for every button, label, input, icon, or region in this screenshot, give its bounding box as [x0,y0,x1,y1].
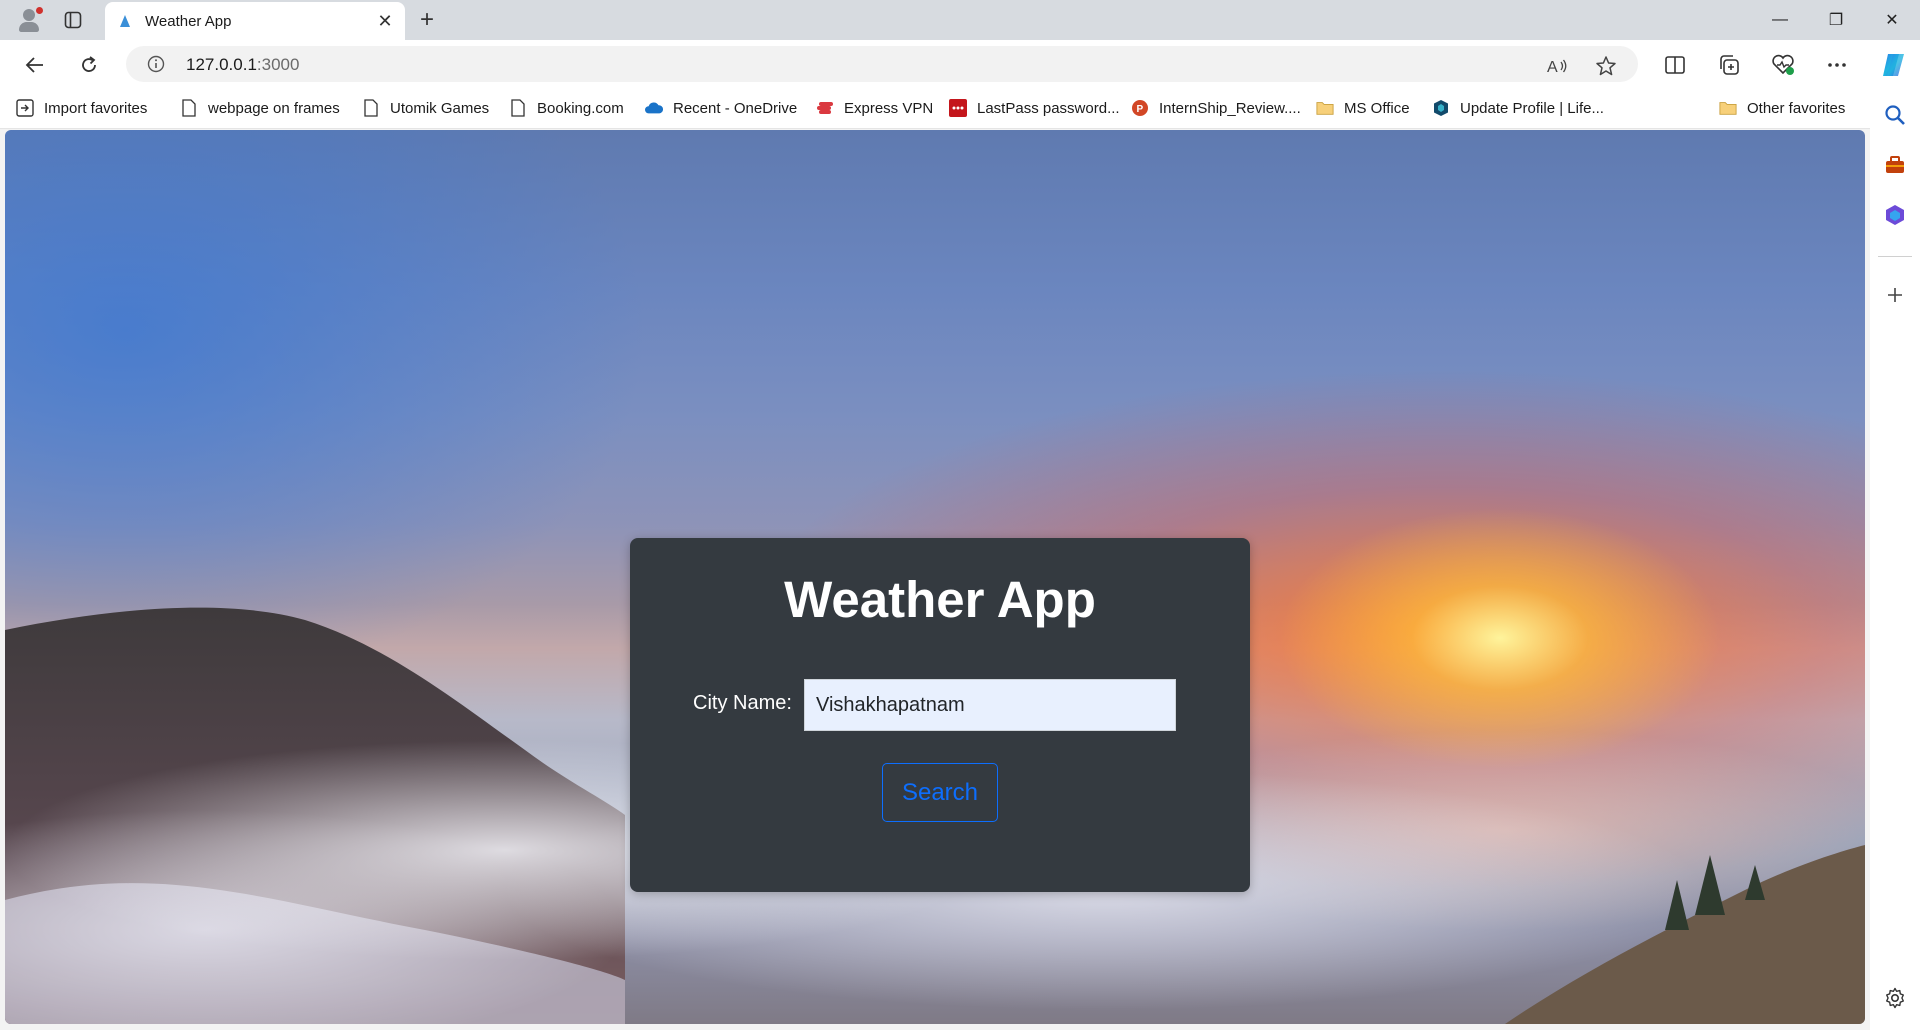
browser-tab-strip: Weather App ✕ + — ❐ ✕ [0,0,1920,40]
browser-essentials-icon[interactable] [1768,50,1798,80]
sidebar-divider [1878,256,1912,257]
refresh-icon[interactable] [74,50,104,80]
url-host: 127.0.0.1 [186,55,257,74]
favorite-item[interactable]: Import favorites [16,96,147,120]
split-screen-icon[interactable] [1660,50,1690,80]
tab-actions-icon[interactable] [62,9,84,31]
city-name-label: City Name: [693,692,792,714]
favorite-label: Recent - OneDrive [673,99,798,117]
tab-weather-app[interactable]: Weather App ✕ [105,2,405,40]
restore-button[interactable]: ❐ [1808,0,1864,40]
tab-close-icon[interactable]: ✕ [371,7,399,35]
collections-icon[interactable] [1714,50,1744,80]
page-icon [180,99,198,117]
sidebar-settings-icon[interactable] [1880,983,1910,1013]
edge-sidebar [1870,88,1920,1030]
search-icon[interactable] [1880,100,1910,130]
url-port: :3000 [256,55,300,74]
shield-icon [1432,99,1450,117]
address-url: 127.0.0.1:3000 [186,55,299,75]
favorite-label: Update Profile | Life... [1460,99,1604,117]
more-options-icon[interactable] [1822,50,1852,80]
tab-favicon-icon [119,15,131,27]
new-tab-button[interactable]: + [413,6,441,34]
profile-avatar[interactable] [14,5,44,35]
tab-title: Weather App [145,12,232,30]
lastpass-icon [949,99,967,117]
close-window-button[interactable]: ✕ [1864,0,1920,40]
city-name-input[interactable] [804,679,1176,731]
back-arrow-icon[interactable] [20,50,50,80]
favorite-item[interactable]: Utomik Games [362,96,489,120]
background-hill-right [1505,845,1865,1024]
favorite-item[interactable]: LastPass password... [949,96,1120,120]
browser-toolbar: 127.0.0.1:3000 A [0,40,1920,88]
folder-icon [1719,99,1737,117]
favorite-label: Booking.com [537,99,624,117]
copilot-icon[interactable] [1878,50,1908,80]
favorite-label: Express VPN [844,99,934,117]
page-viewport: Weather App City Name: Search [5,130,1865,1024]
favorite-item[interactable]: P InternShip_Review.... [1131,96,1301,120]
favorite-item[interactable]: Recent - OneDrive [645,96,797,120]
favorite-label: Import favorites [44,99,148,117]
page-icon [509,99,527,117]
favorite-item[interactable]: webpage on frames [180,96,340,120]
favorite-label: InternShip_Review.... [1159,99,1301,117]
other-favorites[interactable]: Other favorites [1719,96,1845,120]
expressvpn-icon [816,99,834,117]
site-info-icon[interactable] [146,54,166,74]
favorite-item[interactable]: MS Office [1316,96,1410,120]
add-sidebar-app-icon[interactable] [1880,280,1910,310]
favorite-star-icon[interactable] [1592,52,1620,80]
favorite-item[interactable]: Booking.com [509,96,624,120]
search-button[interactable]: Search [882,763,998,822]
favorite-label: webpage on frames [208,99,340,117]
svg-text:A: A [1547,59,1558,76]
folder-icon [1316,99,1334,117]
onedrive-icon [645,99,663,117]
address-bar[interactable]: 127.0.0.1:3000 A [126,46,1638,82]
import-icon [16,99,34,117]
powerpoint-icon: P [1131,99,1149,117]
favorite-label: MS Office [1344,99,1410,117]
window-controls: — ❐ ✕ [1752,0,1920,40]
tools-icon[interactable] [1880,150,1910,180]
svg-text:P: P [1137,104,1144,115]
microsoft365-icon[interactable] [1880,200,1910,230]
minimize-button[interactable]: — [1752,0,1808,40]
app-title: Weather App [784,571,1096,628]
favorite-item[interactable]: Express VPN [816,96,933,120]
favorite-item[interactable]: Update Profile | Life... [1432,96,1604,120]
favorite-label: LastPass password... [977,99,1120,117]
weather-card: Weather App City Name: Search [630,538,1250,892]
read-aloud-icon[interactable]: A [1544,52,1572,80]
page-icon [362,99,380,117]
favorite-label: Utomik Games [390,99,490,117]
other-favorites-label: Other favorites [1747,99,1846,117]
favorites-bar: Import favorites webpage on frames Utomi… [0,88,1870,129]
